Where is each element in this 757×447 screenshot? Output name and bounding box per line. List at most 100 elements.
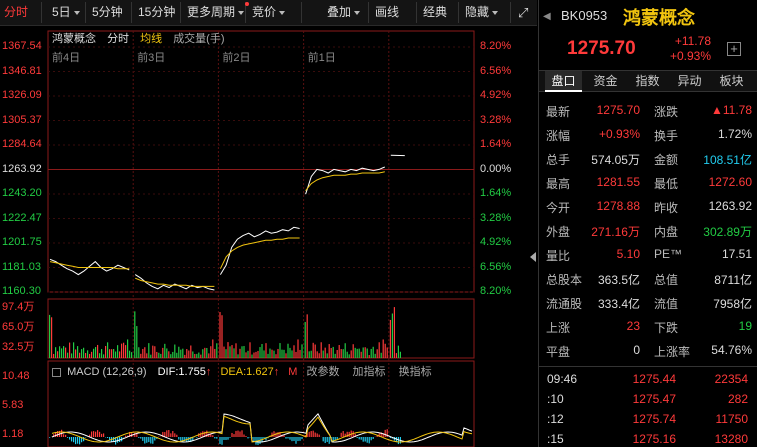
toolbar-item-3[interactable]: 15分钟 (134, 2, 181, 23)
collapse-arrow-icon[interactable] (530, 252, 536, 262)
volume-bar (342, 349, 344, 358)
tick-time: :10 (547, 392, 564, 406)
tab-3[interactable]: 异动 (671, 71, 708, 92)
macd-bar (271, 432, 273, 437)
volume-bar (273, 350, 275, 358)
volume-bar (306, 314, 308, 358)
macd-bar (225, 437, 227, 440)
tab-2[interactable]: 指数 (629, 71, 666, 92)
quote-value: 1281.55 (596, 175, 640, 189)
volume-bar (391, 313, 393, 358)
toolbar-label: 隐藏 (465, 5, 490, 19)
volume-bar (399, 351, 401, 358)
volume-bar (362, 347, 364, 358)
volume-bar (134, 311, 136, 358)
tab-4[interactable]: 板块 (713, 71, 750, 92)
volume-bar (83, 347, 85, 358)
stock-code: BK0953 (561, 8, 608, 23)
toolbar-label: 15分钟 (138, 5, 176, 19)
volume-bar (336, 349, 338, 358)
macd-bar (174, 433, 176, 437)
quote-value: 19 (738, 319, 752, 333)
volume-bar (340, 349, 342, 358)
add-indicator-button[interactable]: 加指标 (353, 366, 386, 378)
quote-label: 外盘 (546, 225, 571, 239)
quote-value: 574.05万 (591, 153, 640, 167)
price-change: +11.78 +0.93% (661, 34, 711, 64)
quote-value: 108.51亿 (703, 153, 752, 167)
volume-bar (75, 349, 77, 358)
expand-icon[interactable]: ⤢ (514, 2, 534, 23)
macd-bar (196, 437, 198, 438)
volume-bar (97, 344, 99, 358)
macd-bar (235, 430, 237, 437)
volume-bar (91, 351, 93, 358)
macd-bar (142, 437, 144, 441)
quote-value: 5.10 (616, 247, 640, 261)
volume-bar (144, 347, 146, 358)
volume-bar (249, 342, 251, 358)
volume-bar (63, 346, 65, 358)
toolbar-item-1[interactable]: 5日 (48, 2, 86, 23)
quote-label: 上涨 (546, 321, 571, 335)
volume-bar (265, 343, 267, 358)
switch-indicator-button[interactable]: 换指标 (399, 366, 432, 378)
macd-label[interactable]: MACD (12,26,9) (67, 366, 146, 378)
toolbar-item-5[interactable]: 竞价 (248, 2, 302, 23)
chart-area[interactable]: 鸿蒙概念 分时 均线 成交量(手) 前4日 前3日 前2日 前1日 1367.54 13… (0, 27, 537, 447)
tab-0[interactable]: 盘口 (545, 71, 582, 92)
toolbar-item-2[interactable]: 5分钟 (88, 2, 132, 23)
tick-price: 1275.16 (632, 432, 676, 446)
toolbar-item-0[interactable]: 分时 (0, 2, 42, 23)
volume-bar (67, 352, 69, 358)
volume-bar (109, 349, 111, 358)
macd-bar (318, 434, 320, 437)
quote-label: 最新 (546, 105, 571, 119)
volume-bar (87, 350, 89, 358)
volume-bar (348, 354, 350, 358)
macd-bar (227, 437, 229, 440)
prev-stock-icon[interactable]: ◀ (543, 11, 551, 22)
tick-vol: 11750 (715, 412, 748, 426)
change-param-button[interactable]: 改参数 (306, 366, 339, 378)
toolbar-item-7[interactable]: 画线 (371, 2, 417, 23)
quote-value: 1263.92 (708, 199, 752, 213)
macd-bar (148, 437, 150, 443)
quote-label: 涨跌 (654, 105, 679, 119)
volume-bar (174, 344, 176, 358)
volume-bar (204, 347, 206, 358)
volume-bar (233, 348, 235, 358)
volume-bar (59, 346, 61, 358)
quote-value: 302.89万 (703, 225, 752, 239)
toolbar-item-6[interactable]: 叠加 (323, 2, 369, 23)
toolbar-item-8[interactable]: 经典 (419, 2, 459, 23)
macd-bar (103, 433, 105, 437)
volume-bar (326, 353, 328, 358)
intraday-chart[interactable] (0, 27, 537, 447)
macd-bar (71, 437, 73, 442)
toolbar-item-4[interactable]: 更多周期 (183, 2, 250, 23)
tab-1[interactable]: 资金 (587, 71, 624, 92)
volume-bar (299, 349, 301, 358)
macd-bar (229, 437, 231, 438)
tick-time: :12 (547, 412, 564, 426)
macd-bar (239, 431, 241, 437)
toolbar-item-9[interactable]: 隐藏 (461, 2, 511, 23)
toolbar-label: 分时 (4, 5, 29, 19)
price-axis-tick: 1181.03 (2, 260, 41, 273)
volume-bar (192, 351, 194, 358)
quote-label: 最低 (654, 177, 679, 191)
change-pct: +0.93% (669, 49, 711, 63)
price-panel-frame (47, 30, 475, 293)
volume-bar (366, 348, 368, 358)
macd-checkbox[interactable] (52, 367, 61, 377)
add-watchlist-button[interactable]: + (727, 42, 741, 56)
day-label: 前3日 (137, 52, 166, 64)
volume-bar (354, 347, 356, 358)
macd-bar (277, 432, 279, 437)
macd-bar (287, 437, 289, 439)
macd-bar (214, 437, 216, 439)
dif-value: DIF:1.755 (157, 366, 206, 378)
volume-bar (125, 345, 127, 358)
volume-bar (364, 347, 366, 358)
